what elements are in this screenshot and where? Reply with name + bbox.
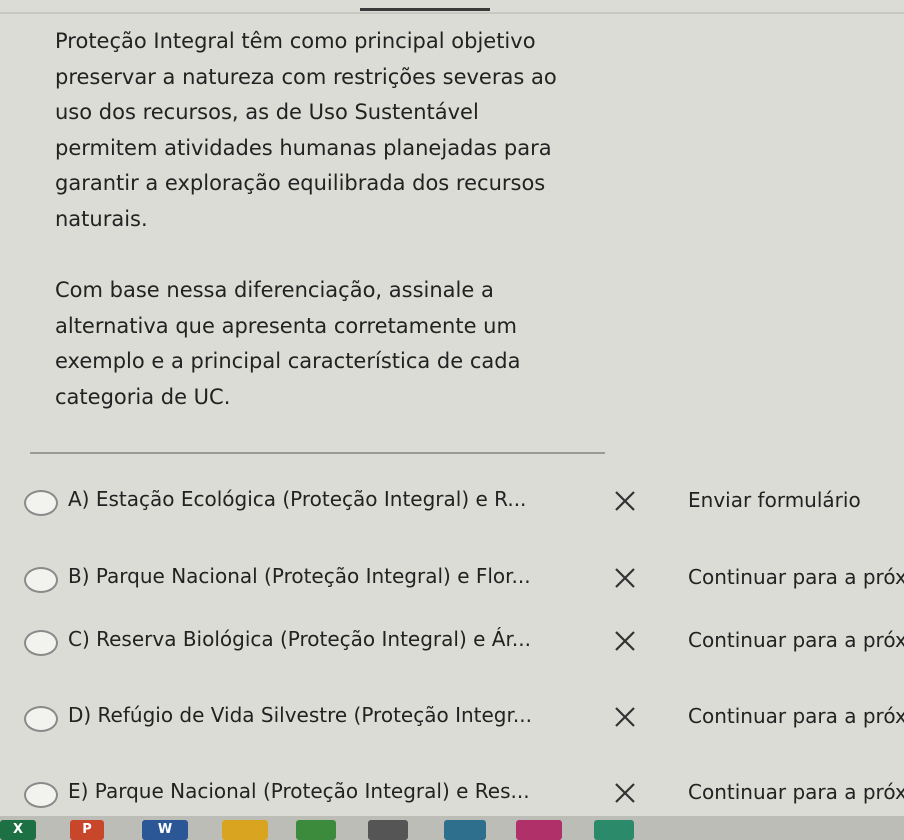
app-icon[interactable] bbox=[444, 820, 486, 840]
close-icon[interactable] bbox=[612, 704, 638, 730]
question-paragraph-2: Com base nessa diferenciação, assinale a… bbox=[55, 278, 521, 409]
radio-button[interactable] bbox=[24, 706, 58, 732]
close-icon[interactable] bbox=[612, 780, 638, 806]
chrome-icon[interactable] bbox=[296, 820, 336, 840]
powerpoint-icon[interactable]: P bbox=[70, 820, 104, 840]
top-divider bbox=[0, 12, 904, 14]
taskbar: X P W bbox=[0, 816, 904, 840]
option-label: A) Estação Ecológica (Proteção Integral)… bbox=[68, 487, 527, 511]
store-icon[interactable] bbox=[594, 820, 634, 840]
option-d[interactable]: D) Refúgio de Vida Silvestre (Proteção I… bbox=[24, 700, 904, 740]
continue-link[interactable]: Continuar para a próxi bbox=[688, 628, 904, 652]
submit-form-link[interactable]: Enviar formulário bbox=[688, 488, 861, 512]
close-icon[interactable] bbox=[612, 565, 638, 591]
folder-icon[interactable] bbox=[222, 820, 268, 840]
question-divider bbox=[30, 452, 605, 454]
option-label: E) Parque Nacional (Proteção Integral) e… bbox=[68, 779, 530, 803]
continue-link[interactable]: Continuar para a próxi bbox=[688, 780, 904, 804]
radio-button[interactable] bbox=[24, 630, 58, 656]
question-text: Proteção Integral têm como principal obj… bbox=[55, 24, 575, 415]
radio-button[interactable] bbox=[24, 490, 58, 516]
continue-link[interactable]: Continuar para a próxi bbox=[688, 704, 904, 728]
continue-link[interactable]: Continuar para a próxi bbox=[688, 565, 904, 589]
close-icon[interactable] bbox=[612, 488, 638, 514]
option-label: B) Parque Nacional (Proteção Integral) e… bbox=[68, 564, 531, 588]
media-icon[interactable] bbox=[368, 820, 408, 840]
option-c[interactable]: C) Reserva Biológica (Proteção Integral)… bbox=[24, 624, 904, 664]
word-icon[interactable]: W bbox=[142, 820, 188, 840]
question-paragraph-1: Proteção Integral têm como principal obj… bbox=[55, 29, 557, 231]
option-b[interactable]: B) Parque Nacional (Proteção Integral) e… bbox=[24, 561, 904, 601]
option-label: C) Reserva Biológica (Proteção Integral)… bbox=[68, 627, 531, 651]
radio-button[interactable] bbox=[24, 567, 58, 593]
excel-icon[interactable]: X bbox=[0, 820, 36, 840]
browser-icon[interactable] bbox=[516, 820, 562, 840]
option-label: D) Refúgio de Vida Silvestre (Proteção I… bbox=[68, 703, 532, 727]
close-icon[interactable] bbox=[612, 628, 638, 654]
top-indicator bbox=[360, 8, 490, 11]
radio-button[interactable] bbox=[24, 782, 58, 808]
option-a[interactable]: A) Estação Ecológica (Proteção Integral)… bbox=[24, 484, 904, 524]
option-e[interactable]: E) Parque Nacional (Proteção Integral) e… bbox=[24, 776, 904, 816]
